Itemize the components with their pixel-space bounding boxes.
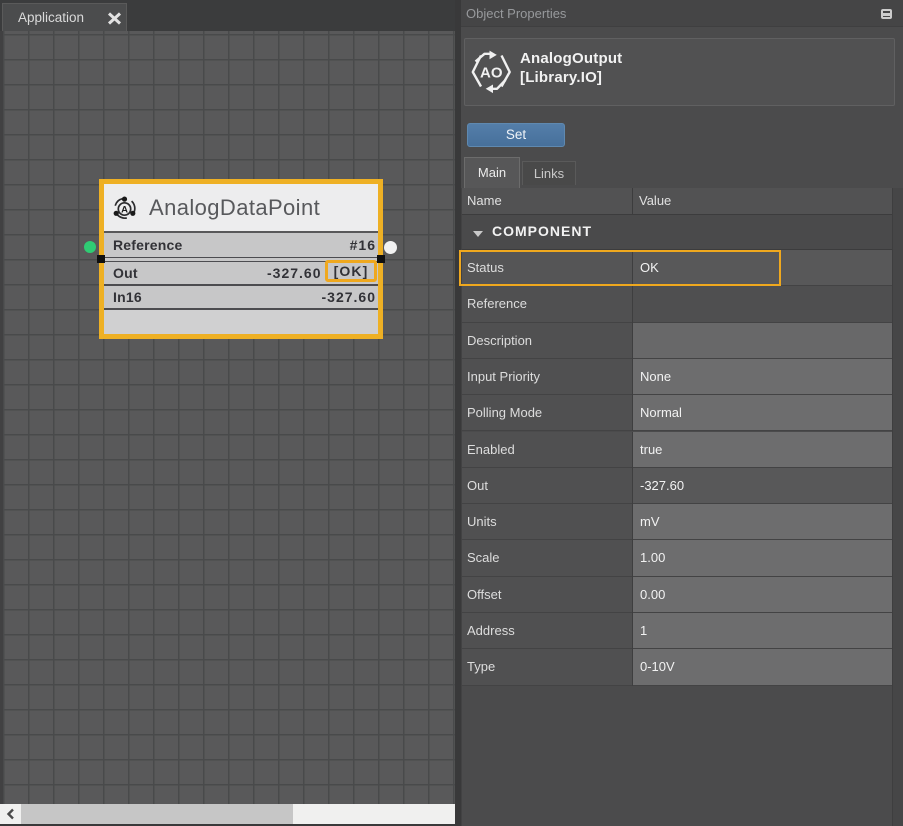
- svg-text:AO: AO: [480, 65, 503, 82]
- svg-text:A: A: [121, 204, 128, 215]
